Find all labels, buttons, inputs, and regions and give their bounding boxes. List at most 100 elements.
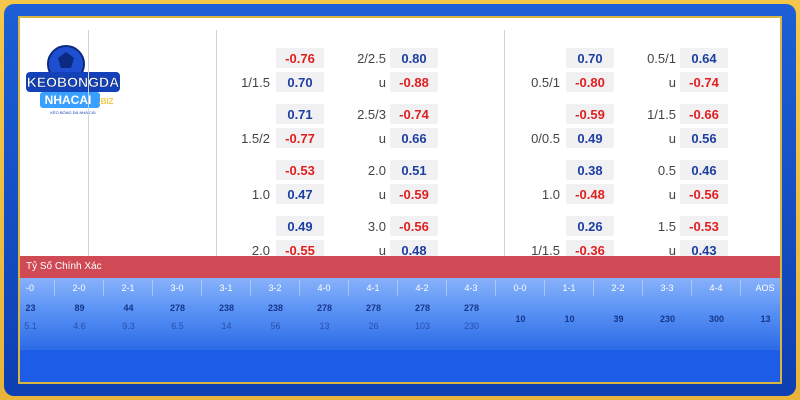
svg-text:.BIZ: .BIZ xyxy=(98,97,113,106)
score-header: 2-0 xyxy=(55,280,104,296)
line-label: 1/1.5 xyxy=(241,75,270,90)
line-label: 0.5 xyxy=(657,163,676,178)
line-label: 2.5/3 xyxy=(357,107,386,122)
odds-value[interactable]: -0.66 xyxy=(680,104,728,124)
odds-value[interactable]: -0.76 xyxy=(276,48,324,68)
score-odds-value[interactable]: 278 xyxy=(153,300,202,316)
odds-value[interactable]: -0.53 xyxy=(680,216,728,236)
odds-value[interactable]: 0.49 xyxy=(566,128,614,148)
score-odds-value[interactable]: 103 xyxy=(398,318,447,334)
score-header: 1-1 xyxy=(545,280,594,296)
line-label: u xyxy=(378,187,386,202)
odds-value[interactable]: 0.38 xyxy=(566,160,614,180)
odds-value[interactable]: 0.56 xyxy=(680,128,728,148)
odds-value[interactable]: 0.49 xyxy=(276,216,324,236)
score-odds-value[interactable]: 13 xyxy=(300,318,349,334)
score-header: 3-0 xyxy=(153,280,202,296)
score-odds-value[interactable]: 238 xyxy=(251,300,300,316)
column-divider xyxy=(504,30,505,256)
odds-value[interactable]: 0.47 xyxy=(276,184,324,204)
svg-text:KEOBONGDA: KEOBONGDA xyxy=(27,74,120,90)
score-odds-value[interactable]: 238 xyxy=(202,300,251,316)
line-label: 2.0 xyxy=(367,163,386,178)
score-header: 2-1 xyxy=(104,280,153,296)
line-label: 0.5/1 xyxy=(531,75,560,90)
column-divider xyxy=(216,30,217,256)
odds-value[interactable]: 0.66 xyxy=(390,128,438,148)
line-label: u xyxy=(668,187,676,202)
line-label: 0/0.5 xyxy=(531,131,560,146)
odds-value[interactable]: -0.77 xyxy=(276,128,324,148)
odds-value[interactable]: -0.56 xyxy=(390,216,438,236)
odds-value[interactable]: 0.26 xyxy=(566,216,614,236)
score-odds-value[interactable]: 39 xyxy=(594,311,643,327)
score-header: -0 xyxy=(20,280,55,296)
score-odds-value[interactable]: 300 xyxy=(692,311,741,327)
score-odds-value[interactable]: 14 xyxy=(202,318,251,334)
score-odds-value[interactable]: 278 xyxy=(300,300,349,316)
score-odds-value[interactable]: 23 xyxy=(20,300,55,316)
line-label: 1/1.5 xyxy=(647,107,676,122)
odds-value[interactable]: 0.70 xyxy=(276,72,324,92)
odds-table: KEOBONGDA NHACAI .BIZ KÈO BÓNG ĐÁ NHÀ CÁ… xyxy=(20,18,780,260)
odds-value[interactable]: -0.88 xyxy=(390,72,438,92)
line-label: 1.0 xyxy=(251,187,270,202)
line-label: 3.0 xyxy=(367,219,386,234)
score-odds-value[interactable]: 278 xyxy=(349,300,398,316)
line-label: u xyxy=(378,75,386,90)
score-odds-value[interactable]: 9.3 xyxy=(104,318,153,334)
line-label: u xyxy=(668,75,676,90)
odds-value[interactable]: -0.59 xyxy=(566,104,614,124)
score-header: 4-4 xyxy=(692,280,741,296)
score-odds-value[interactable]: 26 xyxy=(349,318,398,334)
score-odds-value[interactable]: 6.5 xyxy=(153,318,202,334)
score-odds-value[interactable]: 4.6 xyxy=(55,318,104,334)
score-header: 4-3 xyxy=(447,280,496,296)
odds-value[interactable]: -0.74 xyxy=(680,72,728,92)
score-odds-value[interactable]: 10 xyxy=(545,311,594,327)
odds-panel: KEOBONGDA NHACAI .BIZ KÈO BÓNG ĐÁ NHÀ CÁ… xyxy=(18,16,782,384)
odds-value[interactable]: -0.53 xyxy=(276,160,324,180)
score-odds-value[interactable]: 230 xyxy=(643,311,692,327)
score-odds-value[interactable]: 13 xyxy=(741,311,780,327)
line-label: 1.5/2 xyxy=(241,131,270,146)
odds-value[interactable]: 0.80 xyxy=(390,48,438,68)
score-odds-value[interactable]: 230 xyxy=(447,318,496,334)
line-label: 1.0 xyxy=(541,187,560,202)
score-header: AOS xyxy=(741,280,780,296)
line-label: u xyxy=(668,131,676,146)
odds-value[interactable]: 0.71 xyxy=(276,104,324,124)
odds-value[interactable]: 0.51 xyxy=(390,160,438,180)
odds-value[interactable]: -0.74 xyxy=(390,104,438,124)
score-odds-value[interactable]: 278 xyxy=(398,300,447,316)
correct-score-panel: Tỷ Số Chính Xác -0 2-0 2-1 3-0 3-1 3-2 4-0 4-1 4… xyxy=(20,256,780,382)
score-odds-value[interactable]: 89 xyxy=(55,300,104,316)
odds-value[interactable]: -0.80 xyxy=(566,72,614,92)
odds-value[interactable]: 0.64 xyxy=(680,48,728,68)
line-label: 2/2.5 xyxy=(357,51,386,66)
column-divider xyxy=(88,30,89,256)
svg-text:NHACAI: NHACAI xyxy=(45,93,92,107)
line-label: u xyxy=(378,131,386,146)
score-header: 4-1 xyxy=(349,280,398,296)
odds-value[interactable]: 0.70 xyxy=(566,48,614,68)
score-odds-value[interactable]: 56 xyxy=(251,318,300,334)
site-logo: KEOBONGDA NHACAI .BIZ KÈO BÓNG ĐÁ NHÀ CÁ… xyxy=(26,45,120,115)
odds-value[interactable]: -0.56 xyxy=(680,184,728,204)
score-header: 0-0 xyxy=(496,280,545,296)
score-header-row: -0 2-0 2-1 3-0 3-1 3-2 4-0 4-1 4-2 4-3 0-0 1-1 2-2 3-… xyxy=(20,280,780,296)
score-odds-value[interactable]: 5.1 xyxy=(20,318,55,334)
odds-value[interactable]: -0.48 xyxy=(566,184,614,204)
bottom-band xyxy=(20,350,780,382)
score-header: 3-1 xyxy=(202,280,251,296)
correct-score-title: Tỷ Số Chính Xác xyxy=(20,256,780,278)
score-header: 4-0 xyxy=(300,280,349,296)
score-odds-value[interactable]: 278 xyxy=(447,300,496,316)
score-odds-value[interactable]: 10 xyxy=(496,311,545,327)
score-odds-value[interactable]: 44 xyxy=(104,300,153,316)
line-label: 0.5/1 xyxy=(647,51,676,66)
odds-value[interactable]: 0.46 xyxy=(680,160,728,180)
score-header: 2-2 xyxy=(594,280,643,296)
score-header: 3-2 xyxy=(251,280,300,296)
odds-value[interactable]: -0.59 xyxy=(390,184,438,204)
